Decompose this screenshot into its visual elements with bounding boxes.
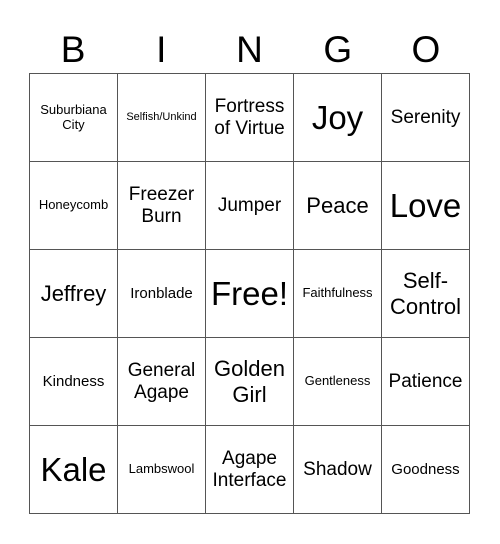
header-letter-n: N xyxy=(236,29,263,70)
header-letter-b: B xyxy=(60,29,86,70)
header-letter-g: G xyxy=(323,29,353,70)
bingo-cell[interactable]: Gentleness xyxy=(294,338,382,426)
bingo-header: B I N G O xyxy=(29,28,470,72)
header-letter-o: O xyxy=(411,29,441,70)
bingo-cell[interactable]: Serenity xyxy=(382,74,470,162)
bingo-cell[interactable]: Goodness xyxy=(382,426,470,514)
bingo-cell[interactable]: Patience xyxy=(382,338,470,426)
bingo-cell[interactable]: Lambswool xyxy=(118,426,206,514)
bingo-cell[interactable]: Jumper xyxy=(206,162,294,250)
bingo-cell[interactable]: Kindness xyxy=(30,338,118,426)
bingo-cell[interactable]: Faithfulness xyxy=(294,250,382,338)
bingo-cell[interactable]: Selfish/Unkind xyxy=(118,74,206,162)
bingo-cell[interactable]: Kale xyxy=(30,426,118,514)
bingo-cell[interactable]: Self-Control xyxy=(382,250,470,338)
bingo-cell[interactable]: Ironblade xyxy=(118,250,206,338)
bingo-cell[interactable]: General Agape xyxy=(118,338,206,426)
bingo-cell[interactable]: Joy xyxy=(294,74,382,162)
bingo-cell[interactable]: Shadow xyxy=(294,426,382,514)
free-space-cell[interactable]: Free! xyxy=(206,250,294,338)
bingo-cell[interactable]: Honeycomb xyxy=(30,162,118,250)
bingo-cell[interactable]: Jeffrey xyxy=(30,250,118,338)
bingo-cell[interactable]: Freezer Burn xyxy=(118,162,206,250)
bingo-cell[interactable]: Suburbiana City xyxy=(30,74,118,162)
bingo-cell[interactable]: Agape Interface xyxy=(206,426,294,514)
bingo-cell[interactable]: Love xyxy=(382,162,470,250)
header-letter-i: I xyxy=(156,29,167,70)
bingo-cell[interactable]: Fortress of Virtue xyxy=(206,74,294,162)
bingo-cell[interactable]: Golden Girl xyxy=(206,338,294,426)
bingo-grid: Suburbiana City Selfish/Unkind Fortress of… xyxy=(29,73,470,514)
bingo-cell[interactable]: Peace xyxy=(294,162,382,250)
